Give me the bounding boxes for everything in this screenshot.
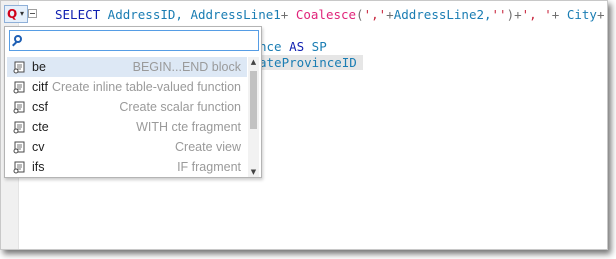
chevron-down-icon: ▾ bbox=[20, 9, 25, 18]
snippet-list: be BEGIN...END block citf Create inline … bbox=[7, 57, 247, 177]
code-fragment: ateProvinceID bbox=[259, 55, 357, 70]
search-input[interactable] bbox=[28, 32, 256, 49]
operator: + bbox=[514, 7, 522, 22]
list-item[interactable]: citf Create inline table-valued function bbox=[7, 77, 247, 97]
code-fragment: AddressLine2, bbox=[393, 7, 492, 22]
string-literal: ', ' bbox=[521, 7, 552, 22]
scroll-up-icon[interactable]: ▲ bbox=[248, 57, 259, 67]
code-fragment: nce bbox=[259, 39, 282, 54]
snippet-name: cv bbox=[32, 140, 45, 154]
function-name: Coalesce bbox=[288, 7, 357, 22]
snippet-popup: be BEGIN...END block citf Create inline … bbox=[4, 26, 262, 178]
paren: ) bbox=[506, 7, 515, 22]
snippet-scroll-icon bbox=[13, 141, 25, 154]
snippet-name: csf bbox=[32, 100, 48, 114]
snippet-name: ifs bbox=[32, 160, 45, 174]
search-box[interactable] bbox=[9, 30, 259, 51]
snippet-description: Create view bbox=[175, 140, 241, 154]
snippet-icon: Q bbox=[7, 7, 18, 21]
code-line-2[interactable]: nce AS SP bbox=[259, 39, 327, 54]
snippet-button[interactable]: Q ▾ bbox=[4, 5, 28, 23]
string-literal: ',' bbox=[363, 7, 387, 22]
scrollbar-thumb[interactable] bbox=[250, 71, 257, 129]
snippet-name: cte bbox=[32, 120, 49, 134]
snippet-description: BEGIN...END block bbox=[132, 60, 241, 74]
snippet-description: WITH cte fragment bbox=[136, 120, 241, 134]
snippet-description: Create scalar function bbox=[119, 100, 241, 114]
code-fragment: City bbox=[559, 7, 597, 22]
snippet-scroll-icon bbox=[13, 101, 25, 114]
snippet-scroll-icon bbox=[13, 161, 25, 174]
snippet-name: be bbox=[32, 60, 46, 74]
as-keyword: AS bbox=[281, 39, 305, 54]
snippet-description: Create inline table-valued function bbox=[51, 80, 241, 94]
select-keyword: SELECT bbox=[55, 7, 101, 22]
editor-window: SELECT AddressID, AddressLine1 + Coalesce… bbox=[0, 0, 608, 250]
paren: ( bbox=[356, 7, 364, 22]
collapse-toggle[interactable] bbox=[28, 9, 37, 18]
list-scrollbar[interactable]: ▲ ▼ bbox=[248, 57, 259, 177]
string-literal: ', ' bbox=[604, 7, 607, 22]
list-item[interactable]: ifs IF fragment bbox=[7, 157, 247, 177]
list-item[interactable]: be BEGIN...END block bbox=[7, 57, 247, 77]
code-line-1[interactable]: SELECT AddressID, AddressLine1 + Coalesce… bbox=[55, 7, 607, 22]
list-item[interactable]: csf Create scalar function bbox=[7, 97, 247, 117]
list-item[interactable]: cv Create view bbox=[7, 137, 247, 157]
snippet-scroll-icon bbox=[13, 61, 25, 74]
snippet-scroll-icon bbox=[13, 121, 25, 134]
alias: SP bbox=[304, 39, 327, 54]
code-line-3[interactable]: ateProvinceID bbox=[259, 55, 363, 70]
operator: + bbox=[386, 7, 394, 22]
snippet-description: IF fragment bbox=[177, 160, 241, 174]
scroll-down-icon[interactable]: ▼ bbox=[248, 167, 259, 177]
code-fragment: AddressID, AddressLine1 bbox=[100, 7, 281, 22]
snippet-name: citf bbox=[32, 80, 48, 94]
snippet-scroll-icon bbox=[13, 81, 25, 94]
list-item[interactable]: cte WITH cte fragment bbox=[7, 117, 247, 137]
search-icon bbox=[14, 35, 22, 43]
string-literal: '' bbox=[491, 7, 507, 22]
